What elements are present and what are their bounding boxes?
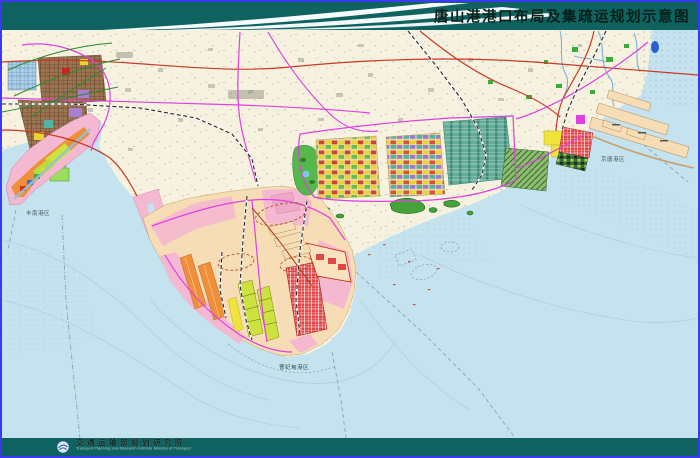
label-caofeidian-port: 曹妃甸港区 <box>279 363 309 371</box>
tpri-logo-icon <box>56 440 70 454</box>
title-banner: 唐山港港口布局及集疏运规划示意图 <box>2 2 698 30</box>
port-map: 丰南港区 曹妃甸港区 京唐港区 <box>2 30 698 438</box>
footer-bar: 交通运输部规划研究院 Transport Planning and Resear… <box>2 438 698 456</box>
map-canvas: 丰南港区 曹妃甸港区 京唐港区 <box>2 30 698 438</box>
label-fengnan-port: 丰南港区 <box>26 209 50 217</box>
map-document: 唐山港港口布局及集疏运规划示意图 <box>0 0 700 458</box>
page-title: 唐山港港口布局及集疏运规划示意图 <box>434 6 690 27</box>
label-jingtang-port: 京唐港区 <box>601 155 625 163</box>
footer-org: 交通运输部规划研究院 Transport Planning and Resear… <box>76 439 332 455</box>
org-name-en: Transport Planning and Research Institut… <box>76 447 191 451</box>
